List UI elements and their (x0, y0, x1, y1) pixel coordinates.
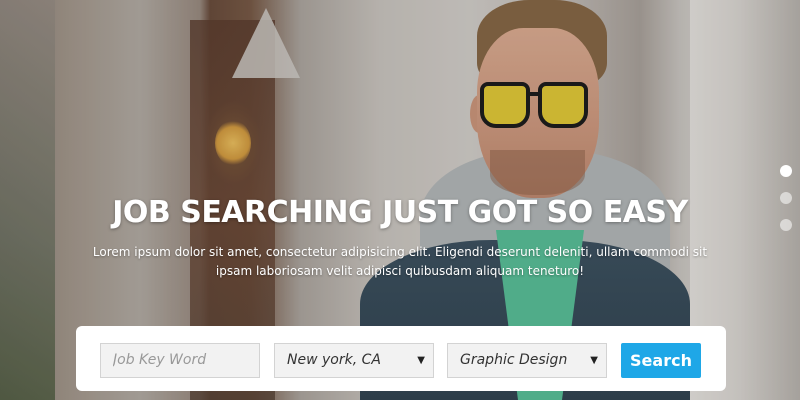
job-search-panel: New york, CA ▼ Graphic Design ▼ Search (76, 326, 726, 391)
slider-dot-2[interactable] (780, 192, 792, 204)
chevron-down-icon: ▼ (590, 355, 598, 366)
location-select[interactable]: New york, CA ▼ (274, 343, 434, 378)
category-select[interactable]: Graphic Design ▼ (447, 343, 607, 378)
job-keyword-field[interactable] (100, 343, 260, 378)
slider-dot-3[interactable] (780, 219, 792, 231)
chevron-down-icon: ▼ (417, 355, 425, 366)
hero-headline: JOB SEARCHING JUST GOT SO EASY (112, 195, 688, 230)
slider-pagination (780, 165, 792, 246)
location-select-value: New york, CA (287, 352, 381, 368)
hero-subtext: Lorem ipsum dolor sit amet, consectetur … (92, 245, 708, 278)
slider-dot-1[interactable] (780, 165, 792, 177)
job-keyword-input[interactable] (113, 352, 247, 368)
category-select-value: Graphic Design (460, 352, 568, 368)
search-button[interactable]: Search (621, 343, 701, 378)
